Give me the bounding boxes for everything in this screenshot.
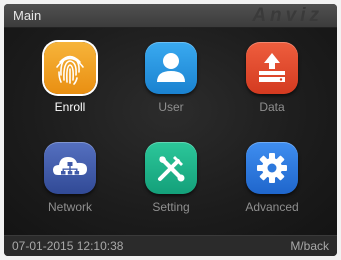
menu-item-enroll[interactable]: Enroll bbox=[25, 42, 115, 130]
back-hint: M/back bbox=[290, 239, 329, 253]
tools-icon bbox=[145, 142, 197, 194]
main-menu-grid: Enroll User Data Network Setting Advance… bbox=[4, 28, 337, 235]
status-bar: 07-01-2015 12:10:38 M/back bbox=[4, 235, 337, 256]
menu-item-label: User bbox=[158, 100, 184, 114]
user-icon bbox=[145, 42, 197, 94]
menu-item-label: Data bbox=[259, 100, 285, 114]
menu-item-network[interactable]: Network bbox=[25, 142, 115, 230]
menu-item-label: Setting bbox=[152, 200, 190, 214]
page-title: Main bbox=[13, 8, 42, 23]
gear-icon bbox=[246, 142, 298, 194]
menu-item-label: Network bbox=[47, 200, 92, 214]
menu-item-user[interactable]: User bbox=[126, 42, 216, 130]
device-screen: Main Anviz Enroll User Data Network Sett… bbox=[4, 4, 337, 256]
datetime-display: 07-01-2015 12:10:38 bbox=[12, 239, 124, 253]
title-bar: Main Anviz bbox=[4, 4, 337, 28]
fingerprint-icon bbox=[44, 42, 96, 94]
menu-item-label: Enroll bbox=[54, 100, 86, 114]
network-cloud-icon bbox=[44, 142, 96, 194]
menu-item-data[interactable]: Data bbox=[227, 42, 317, 130]
menu-item-label: Advanced bbox=[245, 200, 299, 214]
data-download-icon bbox=[246, 42, 298, 94]
menu-item-setting[interactable]: Setting bbox=[126, 142, 216, 230]
brand-watermark: Anviz bbox=[252, 5, 323, 26]
menu-item-advanced[interactable]: Advanced bbox=[227, 142, 317, 230]
